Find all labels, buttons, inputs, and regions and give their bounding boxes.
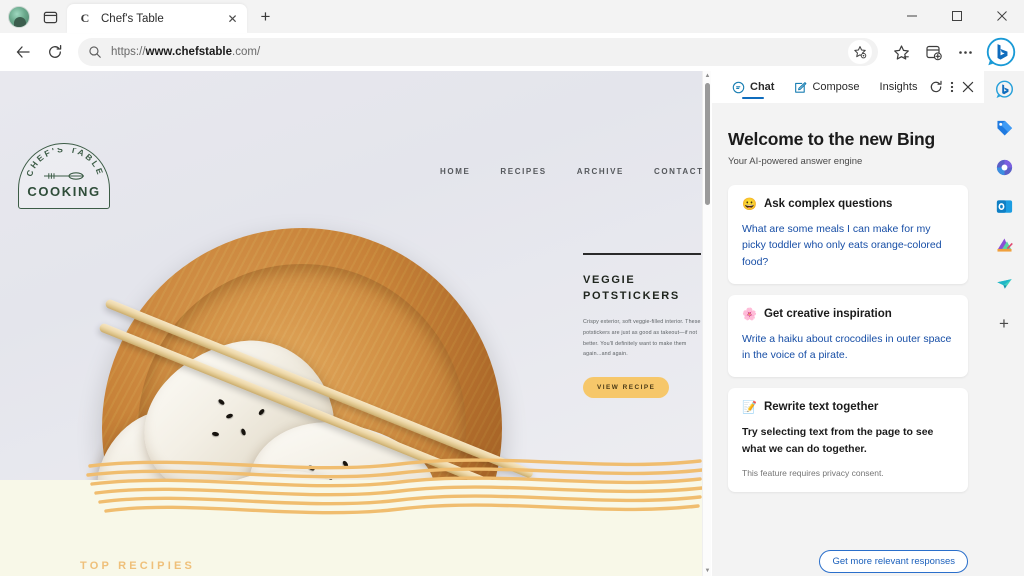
- plus-icon: +: [999, 313, 1009, 333]
- browser-tab[interactable]: C Chef's Table ✕: [67, 4, 247, 33]
- content-area: CHEF'S TABLE COOKING HOME RECIPES ARCHIV…: [0, 71, 1024, 576]
- top-recipes-heading: TOP RECIPIES: [80, 560, 196, 572]
- tab-insights[interactable]: Insights: [870, 71, 928, 103]
- window-controls: [889, 0, 1024, 32]
- webpage-content: CHEF'S TABLE COOKING HOME RECIPES ARCHIV…: [0, 71, 703, 576]
- profile-avatar[interactable]: [8, 6, 30, 28]
- scrollbar-thumb[interactable]: [705, 83, 710, 205]
- tab-title: Chef's Table: [101, 12, 164, 25]
- tab-chat[interactable]: Chat: [722, 71, 784, 103]
- logo-word: COOKING: [27, 184, 101, 199]
- memo-emoji: 📝: [742, 400, 757, 415]
- nav-item-recipes[interactable]: RECIPES: [500, 167, 546, 176]
- maximize-button[interactable]: [934, 0, 979, 32]
- address-bar-url: https://www.chefstable.com/: [111, 46, 848, 58]
- office-icon[interactable]: [990, 153, 1018, 181]
- site-nav: HOME RECIPES ARCHIVE CONTACT: [440, 167, 703, 176]
- suggestion-card-heading: Rewrite text together: [763, 401, 879, 414]
- suggestion-card-heading: Ask complex questions: [763, 198, 893, 210]
- suggestion-card-header: 📝 Rewrite text together: [742, 401, 954, 413]
- more-vertical-icon[interactable]: [944, 74, 960, 100]
- suggestion-card-prompt[interactable]: Write a haiku about crocodiles in outer …: [742, 331, 954, 364]
- fork-spoon-icon: [44, 172, 84, 180]
- suggestion-card[interactable]: 😀 Ask complex questions What are some me…: [728, 185, 968, 284]
- bing-footer: Get more relevant responses: [819, 550, 968, 573]
- view-recipe-button[interactable]: VIEW RECIPE: [583, 377, 670, 399]
- bing-welcome-subtitle: Your AI-powered answer engine: [728, 156, 863, 167]
- close-button[interactable]: [979, 0, 1024, 32]
- recipe-card: VEGGIE POTSTICKERS Crispy exterior, soft…: [583, 253, 703, 399]
- collections-icon[interactable]: [918, 37, 948, 67]
- back-arrow-icon[interactable]: [8, 37, 38, 67]
- nav-item-contact[interactable]: CONTACT: [654, 167, 703, 176]
- bing-chat-body: Welcome to the new Bing Your AI-powered …: [712, 103, 984, 576]
- suggestion-card[interactable]: 📝 Rewrite text together Try selecting te…: [728, 388, 968, 492]
- suggestion-card-prompt[interactable]: What are some meals I can make for my pi…: [742, 221, 954, 270]
- new-tab-button[interactable]: +: [252, 3, 279, 30]
- suggestion-card-heading: Get creative inspiration: [763, 307, 892, 320]
- url-prefix: https://: [111, 46, 146, 58]
- grinning-face-emoji: 😀: [742, 197, 757, 211]
- outlook-icon[interactable]: [990, 192, 1018, 220]
- minimize-button[interactable]: [889, 0, 934, 32]
- edge-sidebar-rail: +: [984, 71, 1024, 576]
- tab-compose[interactable]: Compose: [784, 71, 869, 103]
- bing-welcome-title: Welcome to the new Bing: [728, 129, 936, 149]
- tab-chat-label: Chat: [750, 81, 775, 93]
- recipe-title: VEGGIE POTSTICKERS: [583, 273, 703, 305]
- suggestion-card-header: 🌸 Get creative inspiration: [742, 308, 954, 320]
- bing-refresh-icon[interactable]: [927, 74, 943, 100]
- scroll-up-arrow-icon[interactable]: ▲: [703, 71, 711, 81]
- bing-sidebar-panel: Chat Compose Insights Welcome to the new…: [712, 71, 984, 576]
- blossom-emoji: 🌸: [742, 306, 757, 321]
- tab-insights-label: Insights: [879, 81, 918, 93]
- site-logo[interactable]: CHEF'S TABLE COOKING: [18, 143, 110, 209]
- title-bar: C Chef's Table ✕ +: [0, 0, 1024, 33]
- suggestion-card-text: Try selecting text from the page to see …: [742, 426, 934, 455]
- compose-pencil-icon: [795, 81, 807, 93]
- chat-bubble-icon: [732, 81, 745, 93]
- suggestion-card[interactable]: 🌸 Get creative inspiration Write a haiku…: [728, 294, 968, 378]
- shopping-tag-icon[interactable]: [990, 114, 1018, 142]
- recipe-title-line1: VEGGIE: [583, 274, 636, 286]
- webpage-viewport: CHEF'S TABLE COOKING HOME RECIPES ARCHIV…: [0, 71, 712, 576]
- wavy-divider: [86, 458, 703, 515]
- toolbar-actions: [886, 37, 1016, 67]
- bing-logo-icon[interactable]: [986, 37, 1016, 67]
- get-more-relevant-responses-button[interactable]: Get more relevant responses: [819, 550, 968, 573]
- logo-arc-text: CHEF'S TABLE: [24, 148, 104, 178]
- scroll-down-arrow-icon[interactable]: ▼: [703, 566, 711, 576]
- favorites-star-icon[interactable]: [886, 37, 916, 67]
- recipe-title-line2: POTSTICKERS: [583, 289, 680, 302]
- ellipsis-icon[interactable]: [950, 37, 980, 67]
- add-sidebar-app-button[interactable]: +: [990, 309, 1018, 337]
- tab-compose-label: Compose: [812, 81, 860, 93]
- search-icon: [88, 45, 102, 59]
- recipe-divider: [583, 253, 701, 255]
- tab-close-icon[interactable]: ✕: [224, 10, 241, 27]
- star-add-icon[interactable]: [848, 40, 872, 64]
- nav-item-home[interactable]: HOME: [440, 167, 470, 176]
- recipe-description: Crispy exterior, soft veggie-filled inte…: [583, 318, 701, 358]
- bing-tab-bar: Chat Compose Insights: [712, 71, 984, 103]
- url-domain: www.chefstable: [145, 46, 233, 58]
- drop-tool-icon[interactable]: [990, 270, 1018, 298]
- games-icon[interactable]: [990, 231, 1018, 259]
- tab-favicon-icon: C: [80, 11, 90, 25]
- refresh-icon[interactable]: [40, 37, 70, 67]
- url-suffix: .com/: [232, 46, 261, 58]
- tab-search-icon[interactable]: [37, 4, 63, 30]
- browser-window: C Chef's Table ✕ + https://www.chefstabl…: [0, 0, 1024, 576]
- page-scrollbar[interactable]: ▲ ▼: [702, 71, 711, 576]
- privacy-consent-note: This feature requires privacy consent.: [742, 467, 884, 478]
- address-bar[interactable]: https://www.chefstable.com/: [78, 38, 878, 66]
- suggestion-card-header: 😀 Ask complex questions: [742, 198, 954, 210]
- nav-item-archive[interactable]: ARCHIVE: [577, 167, 624, 176]
- bing-chat-icon[interactable]: [990, 75, 1018, 103]
- browser-toolbar: https://www.chefstable.com/: [0, 33, 1024, 71]
- bing-close-icon[interactable]: [960, 74, 976, 100]
